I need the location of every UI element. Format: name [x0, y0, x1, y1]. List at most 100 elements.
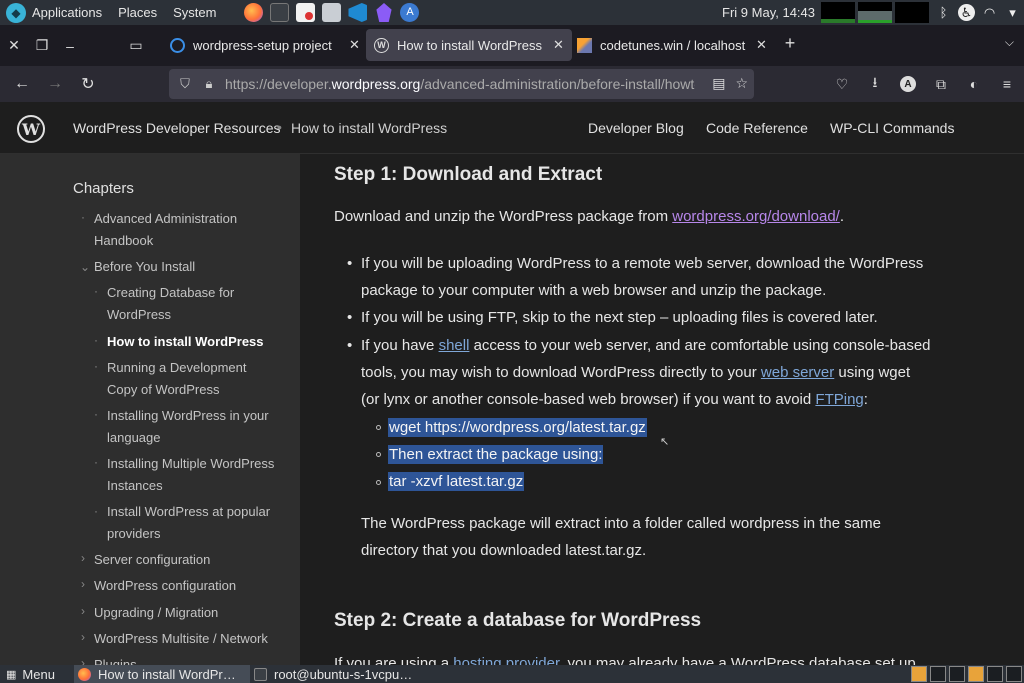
pocket-icon[interactable]: ♡	[831, 70, 853, 98]
web-server-link[interactable]: web server	[761, 364, 834, 381]
chevron-down-icon[interactable]: ⌄	[80, 260, 90, 274]
close-icon[interactable]: ✕	[553, 37, 564, 53]
system-menu[interactable]: System	[173, 5, 216, 20]
new-tab-button[interactable]: +	[780, 33, 800, 57]
extract-instruction[interactable]: Then extract the package using:	[388, 445, 604, 464]
sidebar-item-before-you-install[interactable]: Before You Install	[94, 256, 195, 278]
nav-wp-cli-commands[interactable]: WP-CLI Commands	[830, 120, 954, 136]
shield-icon[interactable]: ⛉	[177, 76, 193, 92]
wordpress-logo-icon[interactable]: W	[17, 115, 45, 143]
extension-app-icon[interactable]: ◐	[963, 70, 985, 98]
download-icon[interactable]: ⭳	[864, 70, 886, 98]
reader-view-icon[interactable]: ▤	[712, 75, 725, 92]
obsidian-icon[interactable]	[376, 3, 392, 22]
url-bar[interactable]: ⛉ 🔒︎ https://developer.wordpress.org/adv…	[169, 69, 754, 99]
bullet3-text-d: using wget	[834, 364, 911, 381]
terminal-icon[interactable]	[270, 3, 290, 22]
code-tar[interactable]: tar -xzvf latest.tar.gz	[388, 472, 525, 491]
chapters-sidebar: Chapters · Advanced Administration Handb…	[0, 154, 300, 665]
power-icon[interactable]: ▾	[1004, 4, 1021, 21]
tab-codetunes[interactable]: codetunes.win / localhost ✕	[569, 29, 775, 61]
accessibility-icon[interactable]: ♿	[958, 4, 975, 21]
code-wget[interactable]: wget https://wordpress.org/latest.tar.gz	[388, 418, 647, 437]
close-icon[interactable]: ✕	[349, 37, 360, 53]
sidebar-item-upgrading-migration[interactable]: Upgrading / Migration	[94, 602, 218, 624]
site-header: W WordPress Developer Resources • How to…	[0, 102, 1024, 154]
sidebar-item-plugins[interactable]: Plugins	[94, 654, 137, 665]
distro-logo-icon[interactable]: ◆	[6, 2, 26, 23]
workspace-2[interactable]	[930, 666, 946, 682]
url-text[interactable]: https://developer.wordpress.org/advanced…	[225, 76, 695, 92]
workspace-4[interactable]	[968, 666, 984, 682]
clock[interactable]: Fri 9 May, 14:43	[722, 5, 815, 20]
sidebar-item-installing-language[interactable]: Installing WordPress in your language	[107, 405, 282, 448]
hamburger-menu-icon[interactable]: ≡	[996, 70, 1018, 98]
tab-wordpress-setup[interactable]: wordpress-setup project ✕	[162, 29, 368, 61]
wifi-icon[interactable]: ◠	[981, 4, 998, 21]
tab-manager-icon[interactable]: ▭	[124, 30, 148, 60]
sync-icon	[170, 37, 185, 53]
places-menu[interactable]: Places	[118, 5, 157, 20]
back-button[interactable]: ←	[6, 70, 38, 98]
bookmark-star-icon[interactable]: ☆	[735, 75, 748, 92]
intro-paragraph: Download and unzip the WordPress package…	[334, 203, 844, 230]
chevron-right-icon[interactable]: ›	[81, 577, 85, 591]
applications-menu[interactable]: Applications	[32, 5, 102, 20]
window-minimize-icon[interactable]: –	[58, 31, 82, 61]
sidebar-item-popular-providers[interactable]: Install WordPress at popular providers	[107, 501, 282, 544]
window-restore-icon[interactable]: ❐	[30, 31, 54, 61]
sidebar-item-advanced-administration[interactable]: Advanced Administration Handbook	[94, 208, 264, 251]
workspace-switcher	[911, 666, 1022, 682]
tab-title: codetunes.win / localhost	[600, 37, 746, 53]
bullet3-text-f: :	[863, 391, 868, 408]
taskbar-item-browser[interactable]: How to install WordPr…	[74, 665, 250, 683]
breadcrumb-current[interactable]: How to install WordPress	[291, 120, 447, 136]
tab-title: How to install WordPress	[397, 37, 542, 53]
bullet1-line2: package to your computer with a web brow…	[361, 282, 827, 299]
bluetooth-icon[interactable]: ᛒ	[935, 4, 952, 21]
sidebar-heading: Chapters	[73, 180, 134, 197]
workspace-1[interactable]	[911, 666, 927, 682]
sidebar-item-installing-multiple[interactable]: Installing Multiple WordPress Instances	[107, 453, 287, 496]
reload-button[interactable]: ↻	[72, 70, 104, 98]
ftping-link[interactable]: FTPing	[815, 391, 863, 408]
start-menu-button[interactable]: ▦ Menu	[0, 665, 55, 683]
chevron-right-icon[interactable]: ›	[81, 630, 85, 644]
chevron-right-icon[interactable]: ›	[81, 604, 85, 618]
forward-button[interactable]: →	[39, 70, 71, 98]
account-icon[interactable]: A	[897, 70, 919, 98]
lock-icon[interactable]: 🔒︎	[201, 76, 217, 92]
circle-bullet-icon	[376, 425, 381, 430]
bullet-icon: •	[347, 255, 353, 272]
close-icon[interactable]: ✕	[756, 37, 767, 53]
window-close-icon[interactable]: ✕	[2, 31, 26, 61]
sidebar-item-multisite-network[interactable]: WordPress Multisite / Network	[94, 628, 268, 650]
workspace-6[interactable]	[1006, 666, 1022, 682]
workspace-5[interactable]	[987, 666, 1003, 682]
tab-how-to-install[interactable]: W How to install WordPress ✕	[366, 29, 572, 61]
vscode-icon[interactable]	[348, 3, 368, 22]
firefox-icon[interactable]	[244, 3, 264, 22]
file-manager-icon[interactable]	[322, 3, 342, 22]
download-link[interactable]: wordpress.org/download/	[672, 208, 840, 225]
sidebar-item-how-to-install[interactable]: How to install WordPress	[107, 331, 264, 353]
sidebar-item-server-configuration[interactable]: Server configuration	[94, 549, 210, 571]
extensions-icon[interactable]: ⧉	[930, 70, 952, 98]
site-name-link[interactable]: WordPress Developer Resources	[73, 120, 281, 136]
chevron-down-icon[interactable]: ⌵	[1005, 35, 1014, 50]
sidebar-item-creating-database[interactable]: Creating Database for WordPress	[107, 282, 257, 325]
hosting-provider-link[interactable]: hosting provider	[453, 655, 559, 665]
workspace-3[interactable]	[949, 666, 965, 682]
nav-code-reference[interactable]: Code Reference	[706, 120, 808, 136]
nav-developer-blog[interactable]: Developer Blog	[588, 120, 684, 136]
chevron-right-icon[interactable]: ›	[81, 551, 85, 565]
app-icon[interactable]: A	[400, 3, 420, 22]
firefox-icon	[78, 667, 91, 681]
navigation-toolbar: ← → ↻ ⛉ 🔒︎ https://developer.wordpress.o…	[0, 66, 1024, 102]
text-editor-icon[interactable]	[296, 3, 316, 22]
chevron-right-icon[interactable]: ›	[81, 656, 85, 665]
shell-link[interactable]: shell	[439, 337, 470, 354]
sidebar-item-running-dev-copy[interactable]: Running a Development Copy of WordPress	[107, 357, 267, 400]
taskbar-item-terminal[interactable]: root@ubuntu-s-1vcpu…	[250, 665, 426, 683]
sidebar-item-wordpress-configuration[interactable]: WordPress configuration	[94, 575, 236, 597]
